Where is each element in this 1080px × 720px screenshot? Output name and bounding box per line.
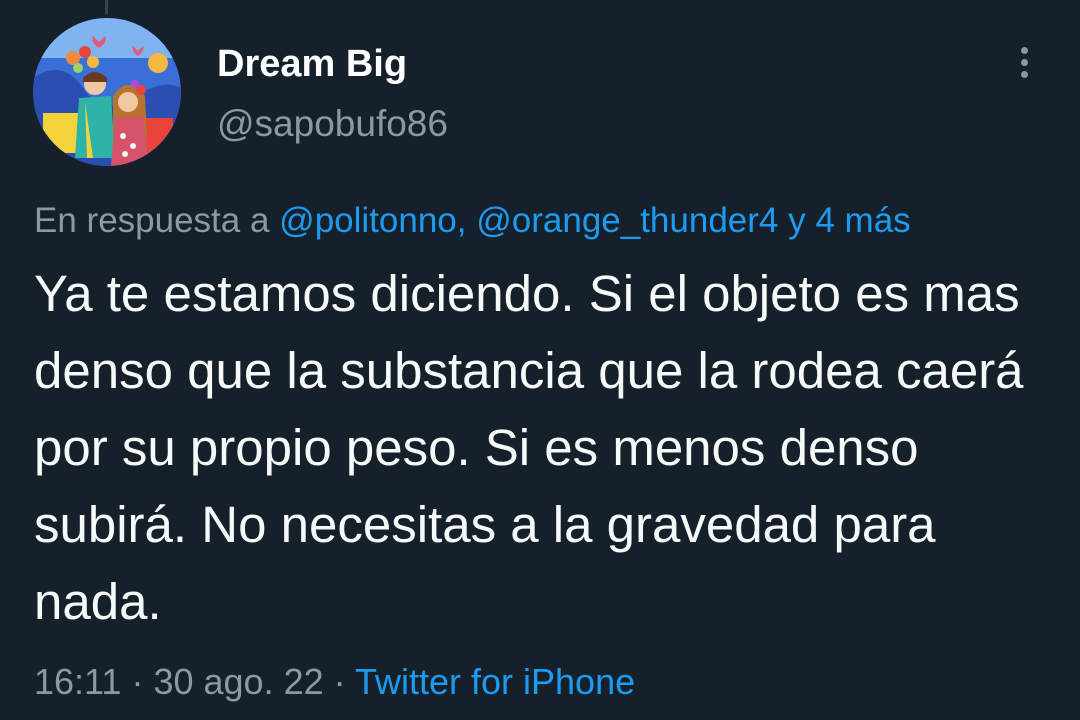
tweet-time[interactable]: 16:11 xyxy=(34,661,121,702)
author-handle[interactable]: @sapobufo86 xyxy=(217,102,448,146)
reply-prefix: En respuesta a xyxy=(34,201,270,240)
meta-separator: · xyxy=(333,661,346,702)
more-mentions-link[interactable]: y 4 más xyxy=(788,201,911,240)
tweet-source-link[interactable]: Twitter for iPhone xyxy=(355,661,635,702)
meta-separator: · xyxy=(131,661,144,702)
reply-context: En respuesta a @politonno, @orange_thund… xyxy=(34,199,911,243)
more-vertical-icon-dot xyxy=(1020,70,1028,78)
avatar-illustration xyxy=(33,18,181,166)
more-options-button[interactable] xyxy=(1002,40,1046,84)
thread-connector-line xyxy=(105,0,108,14)
author-avatar[interactable] xyxy=(33,18,181,166)
more-vertical-icon-dot xyxy=(1020,58,1028,66)
tweet-text: Ya te estamos diciendo. Si el objeto es … xyxy=(34,265,1024,630)
mention-link[interactable]: @orange_thunder4 xyxy=(476,201,778,240)
tweet-meta: 16:11 · 30 ago. 22 · Twitter for iPhone xyxy=(34,659,635,705)
tweet-date[interactable]: 30 ago. 22 xyxy=(153,661,323,702)
mention-link[interactable]: @politonno, xyxy=(279,201,466,240)
more-vertical-icon xyxy=(1020,46,1028,54)
author-display-name[interactable]: Dream Big xyxy=(217,42,407,86)
